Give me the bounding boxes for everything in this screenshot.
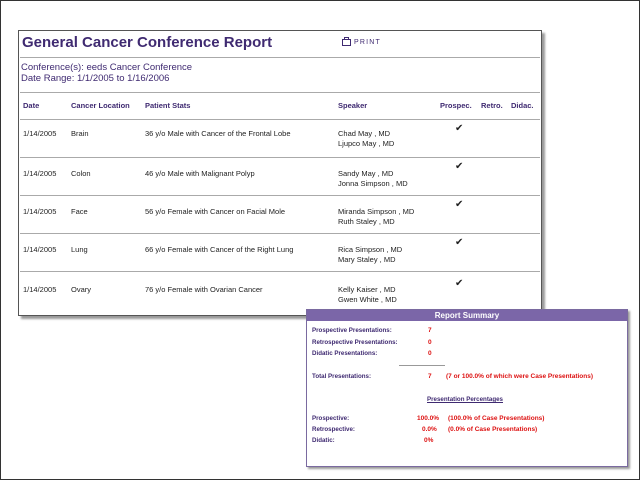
cell-stats: 56 y/o Female with Cancer on Facial Mole	[145, 207, 286, 216]
report-title: General Cancer Conference Report	[22, 34, 273, 51]
column-header-prospec: Prospec.	[440, 101, 472, 110]
column-header-date: Date	[23, 101, 40, 110]
prospective-value: 7	[428, 327, 432, 334]
summary-title: Report Summary	[307, 310, 627, 321]
table-row: 1/14/2005 Face 56 y/o Female with Cancer…	[20, 195, 540, 234]
check-icon: ✔	[455, 199, 464, 210]
check-icon: ✔	[455, 123, 464, 134]
pct-retrospective-label: Retrospective:	[312, 426, 355, 433]
total-label: Total Presentations:	[312, 373, 372, 380]
cell-stats: 36 y/o Male with Cancer of the Frontal L…	[145, 129, 291, 138]
cell-date: 1/14/2005	[23, 285, 57, 294]
column-header-stats: Patient Stats	[145, 101, 191, 110]
percentages-title: Presentation Percentages	[427, 396, 503, 403]
pct-didatic-label: Didatic:	[312, 437, 335, 444]
cell-date: 1/14/2005	[23, 129, 57, 138]
date-range-line: Date Range: 1/1/2005 to 1/16/2006	[21, 73, 170, 84]
pct-retrospective-value: 0.0%	[422, 426, 437, 433]
column-header-didac: Didac.	[511, 101, 534, 110]
conference-report-panel: General Cancer Conference Report PRINT C…	[18, 30, 542, 316]
table-row: 1/14/2005 Lung 66 y/o Female with Cancer…	[20, 233, 540, 272]
cell-speaker: Jonna Simpson , MD	[338, 179, 408, 188]
pct-retrospective-note: (0.0% of Case Presentations)	[448, 426, 538, 433]
divider	[20, 57, 540, 58]
pct-prospective-note: (100.0% of Case Presentations)	[448, 415, 545, 422]
cell-speaker: Mary Staley , MD	[338, 255, 396, 264]
prospective-label: Prospective Presentations:	[312, 327, 392, 334]
table-row: 1/14/2005 Brain 36 y/o Male with Cancer …	[20, 119, 540, 158]
print-button[interactable]: PRINT	[342, 37, 381, 46]
pct-prospective-label: Prospective:	[312, 415, 350, 422]
retrospective-label: Retrospective Presentations:	[312, 339, 398, 346]
retrospective-value: 0	[428, 339, 432, 346]
pct-prospective-value: 100.0%	[417, 415, 440, 422]
cell-date: 1/14/2005	[23, 169, 57, 178]
check-icon: ✔	[455, 237, 464, 248]
print-label: PRINT	[354, 39, 381, 46]
cell-date: 1/14/2005	[23, 245, 57, 254]
divider	[20, 92, 540, 93]
cell-location: Ovary	[71, 285, 92, 294]
didatic-value: 0	[428, 350, 432, 357]
report-summary-panel: Report Summary Prospective Presentations…	[306, 309, 628, 467]
check-icon: ✔	[455, 161, 464, 172]
divider	[399, 365, 445, 366]
column-header-retro: Retro.	[481, 101, 503, 110]
cell-location: Brain	[71, 129, 89, 138]
cell-speaker: Ljupco May , MD	[338, 139, 395, 148]
cell-date: 1/14/2005	[23, 207, 57, 216]
total-value: 7	[428, 373, 432, 380]
conference-line: Conference(s): eeds Cancer Conference	[21, 62, 193, 73]
table-row: 1/14/2005 Colon 46 y/o Male with Maligna…	[20, 157, 540, 196]
cell-stats: 76 y/o Female with Ovarian Cancer	[145, 285, 263, 294]
column-header-location: Cancer Location	[71, 101, 130, 110]
cell-stats: 46 y/o Male with Malignant Polyp	[145, 169, 255, 178]
check-icon: ✔	[455, 278, 464, 289]
cell-location: Colon	[71, 169, 91, 178]
cell-speaker: Ruth Staley , MD	[338, 217, 395, 226]
cell-location: Lung	[71, 245, 88, 254]
cell-location: Face	[71, 207, 88, 216]
column-header-speaker: Speaker	[338, 101, 368, 110]
pct-didatic-value: 0%	[424, 437, 434, 444]
printer-icon	[342, 37, 351, 46]
didatic-label: Didatic Presentations:	[312, 350, 378, 357]
cell-speaker: Gwen White , MD	[338, 295, 397, 304]
cell-stats: 66 y/o Female with Cancer of the Right L…	[145, 245, 294, 254]
total-note: (7 or 100.0% of which were Case Presenta…	[446, 373, 594, 380]
table-row: 1/14/2005 Ovary 76 y/o Female with Ovari…	[20, 271, 540, 310]
